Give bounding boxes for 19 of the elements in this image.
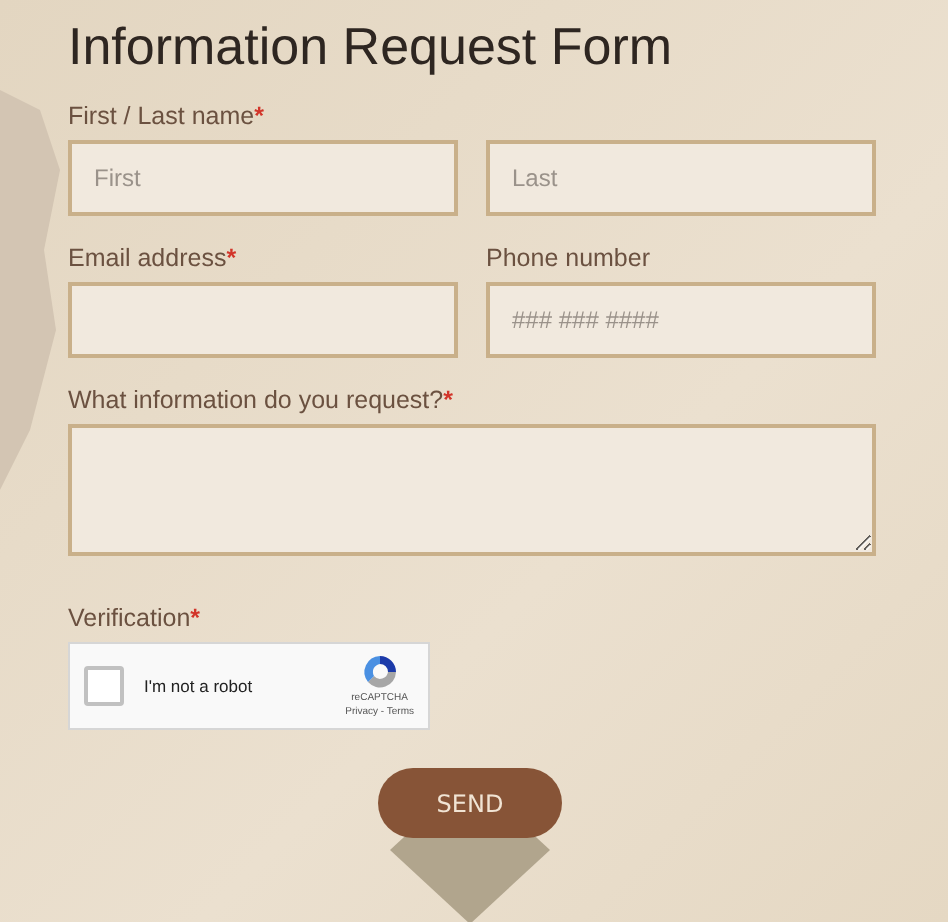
text-area[interactable] (68, 424, 876, 556)
input-field[interactable]: First (68, 140, 458, 216)
send-button[interactable]: SEND (378, 768, 562, 838)
form-title: Information Request Form (68, 16, 675, 78)
field-label: Phone number (486, 244, 653, 272)
required-mark: * (226, 244, 237, 272)
captcha-text: I'm not a robot (144, 676, 255, 696)
captcha-logo-icon (359, 652, 400, 692)
required-mark: * (254, 102, 264, 130)
field-label: Email address* (68, 244, 239, 272)
input-field[interactable] (68, 282, 458, 358)
input-field[interactable]: ### ### #### (486, 282, 876, 358)
required-mark: * (443, 386, 453, 414)
input-field[interactable]: Last (486, 140, 876, 216)
field-label: Verification* (68, 604, 203, 632)
field-label: What information do you request?* (68, 386, 455, 414)
captcha-checkbox[interactable] (84, 666, 124, 706)
field-label: First / Last name* (68, 102, 266, 130)
required-mark: * (190, 604, 201, 632)
